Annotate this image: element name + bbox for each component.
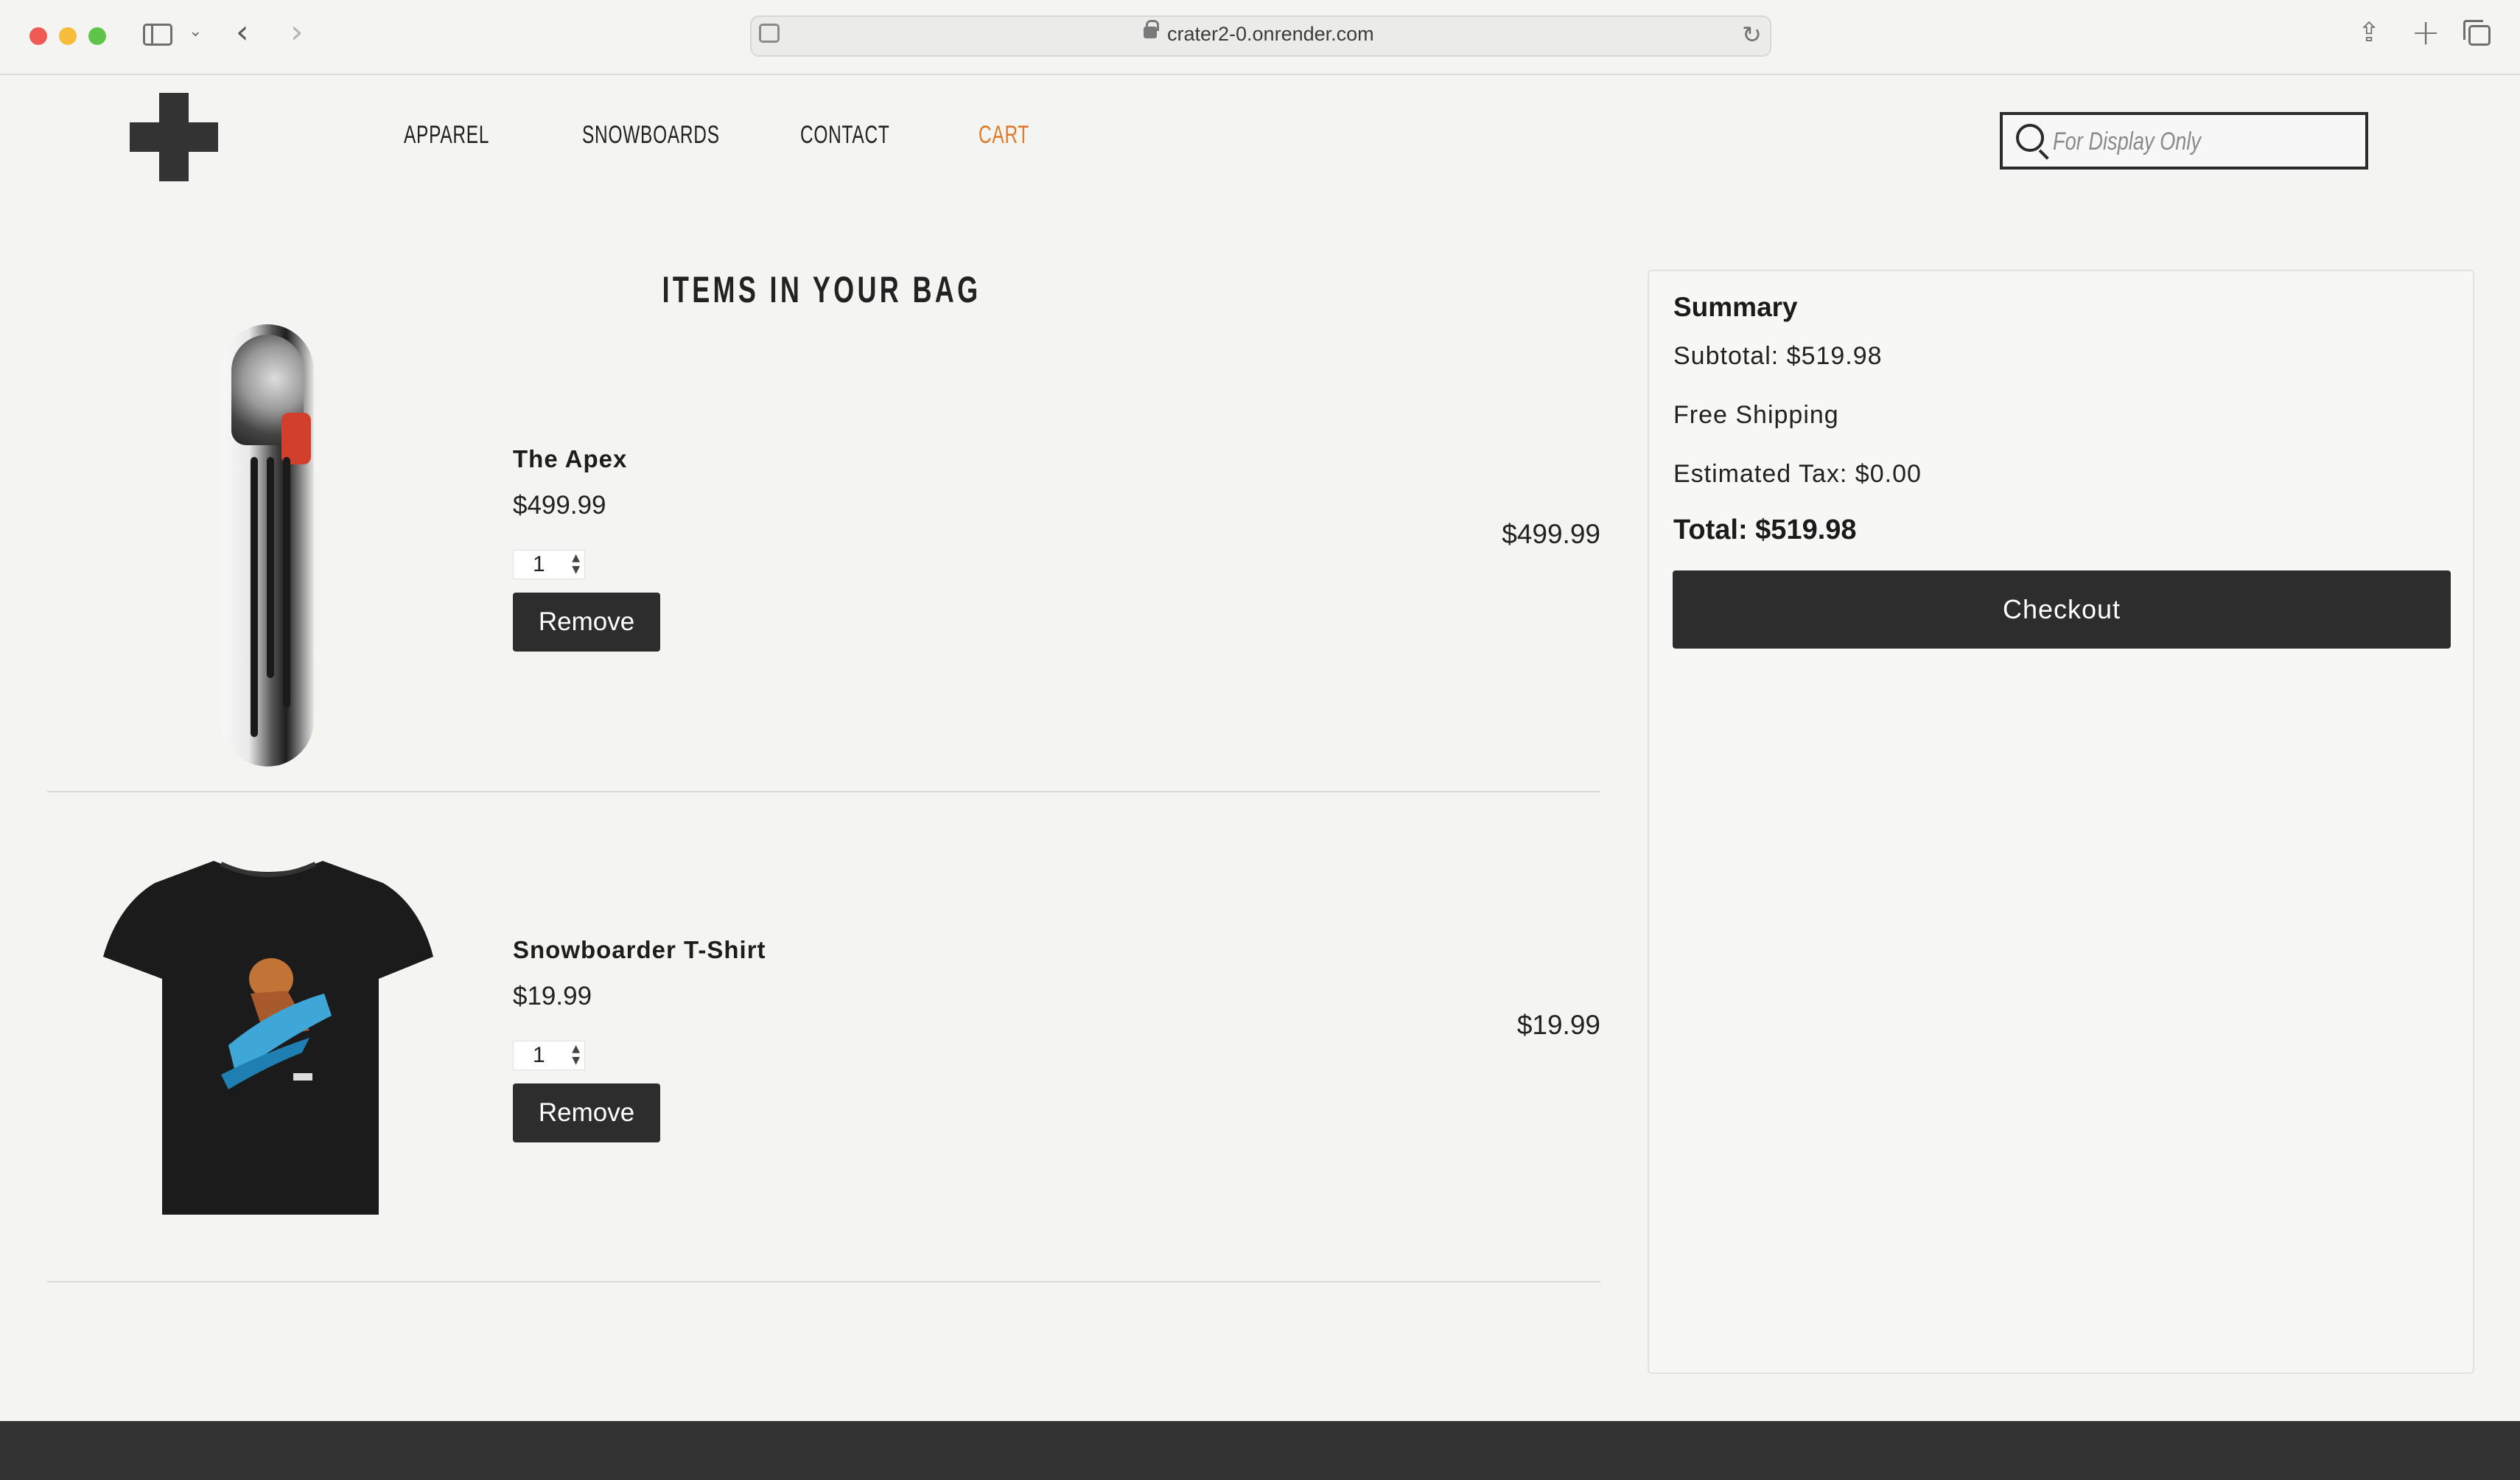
summary-subtotal: Subtotal: $519.98 bbox=[1673, 342, 1883, 370]
snowboard-image[interactable] bbox=[221, 324, 314, 767]
item-price: $19.99 bbox=[513, 982, 592, 1010]
board-art-stroke bbox=[267, 457, 274, 678]
site-logo-cross-icon[interactable] bbox=[130, 93, 218, 181]
nav-contact[interactable]: CONTACT bbox=[800, 121, 890, 150]
url-text[interactable]: crater2-0.onrender.com bbox=[1167, 23, 1374, 46]
tshirt-image[interactable] bbox=[103, 854, 433, 1219]
reload-icon[interactable]: ↻ bbox=[1742, 21, 1762, 49]
quantity-stepper[interactable]: 1 ▲ ▼ bbox=[513, 1041, 585, 1070]
quantity-stepper[interactable]: 1 ▲ ▼ bbox=[513, 550, 585, 579]
stepper-arrows-icon[interactable]: ▲ ▼ bbox=[572, 552, 580, 576]
nav-cart[interactable]: CART bbox=[979, 121, 1029, 150]
summary-tax: Estimated Tax: $0.00 bbox=[1673, 460, 1922, 488]
item-divider bbox=[47, 791, 1600, 792]
back-arrow-icon[interactable]: ‹ bbox=[236, 16, 249, 49]
line-total: $19.99 bbox=[1516, 1010, 1600, 1040]
item-name[interactable]: Snowboarder T-Shirt bbox=[513, 936, 766, 964]
site-settings-icon[interactable] bbox=[759, 24, 780, 43]
chevron-down-icon[interactable]: ⌄ bbox=[189, 22, 202, 41]
quantity-value: 1 bbox=[533, 552, 545, 576]
item-divider bbox=[47, 1281, 1600, 1282]
line-total: $499.99 bbox=[1502, 519, 1600, 549]
summary-shipping: Free Shipping bbox=[1673, 401, 1839, 429]
sidebar-toggle-icon[interactable] bbox=[143, 24, 172, 46]
share-icon[interactable]: ⇪ bbox=[2358, 18, 2380, 48]
new-tab-plus-icon[interactable]: + bbox=[2411, 12, 2440, 53]
summary-total: Total: $519.98 bbox=[1673, 514, 1857, 545]
lock-icon bbox=[1144, 20, 1159, 38]
fullscreen-window-button[interactable] bbox=[88, 27, 106, 45]
nav-apparel[interactable]: APPAREL bbox=[404, 121, 489, 150]
stepper-arrows-icon[interactable]: ▲ ▼ bbox=[572, 1043, 580, 1067]
item-name[interactable]: The Apex bbox=[513, 445, 627, 473]
nav-snowboards[interactable]: SNOWBOARDS bbox=[582, 121, 720, 150]
board-art-stroke bbox=[283, 457, 290, 708]
tab-overview-icon[interactable] bbox=[2463, 20, 2491, 46]
order-summary-panel bbox=[1648, 270, 2474, 1374]
quantity-value: 1 bbox=[533, 1043, 545, 1067]
search-icon[interactable] bbox=[2016, 124, 2044, 152]
summary-title: Summary bbox=[1673, 292, 1798, 322]
search-input[interactable] bbox=[2053, 122, 2295, 161]
site-footer bbox=[0, 1421, 2520, 1480]
remove-button[interactable]: Remove bbox=[513, 1083, 660, 1142]
item-price: $499.99 bbox=[513, 491, 606, 520]
close-window-button[interactable] bbox=[29, 27, 47, 45]
cart-heading: ITEMS IN YOUR BAG bbox=[662, 269, 981, 310]
forward-arrow-icon[interactable]: › bbox=[290, 16, 304, 49]
board-art-stroke bbox=[251, 457, 258, 737]
remove-button[interactable]: Remove bbox=[513, 593, 660, 652]
logo-bar-horizontal bbox=[130, 122, 218, 152]
minimize-window-button[interactable] bbox=[59, 27, 77, 45]
checkout-button[interactable]: Checkout bbox=[1673, 570, 2451, 649]
